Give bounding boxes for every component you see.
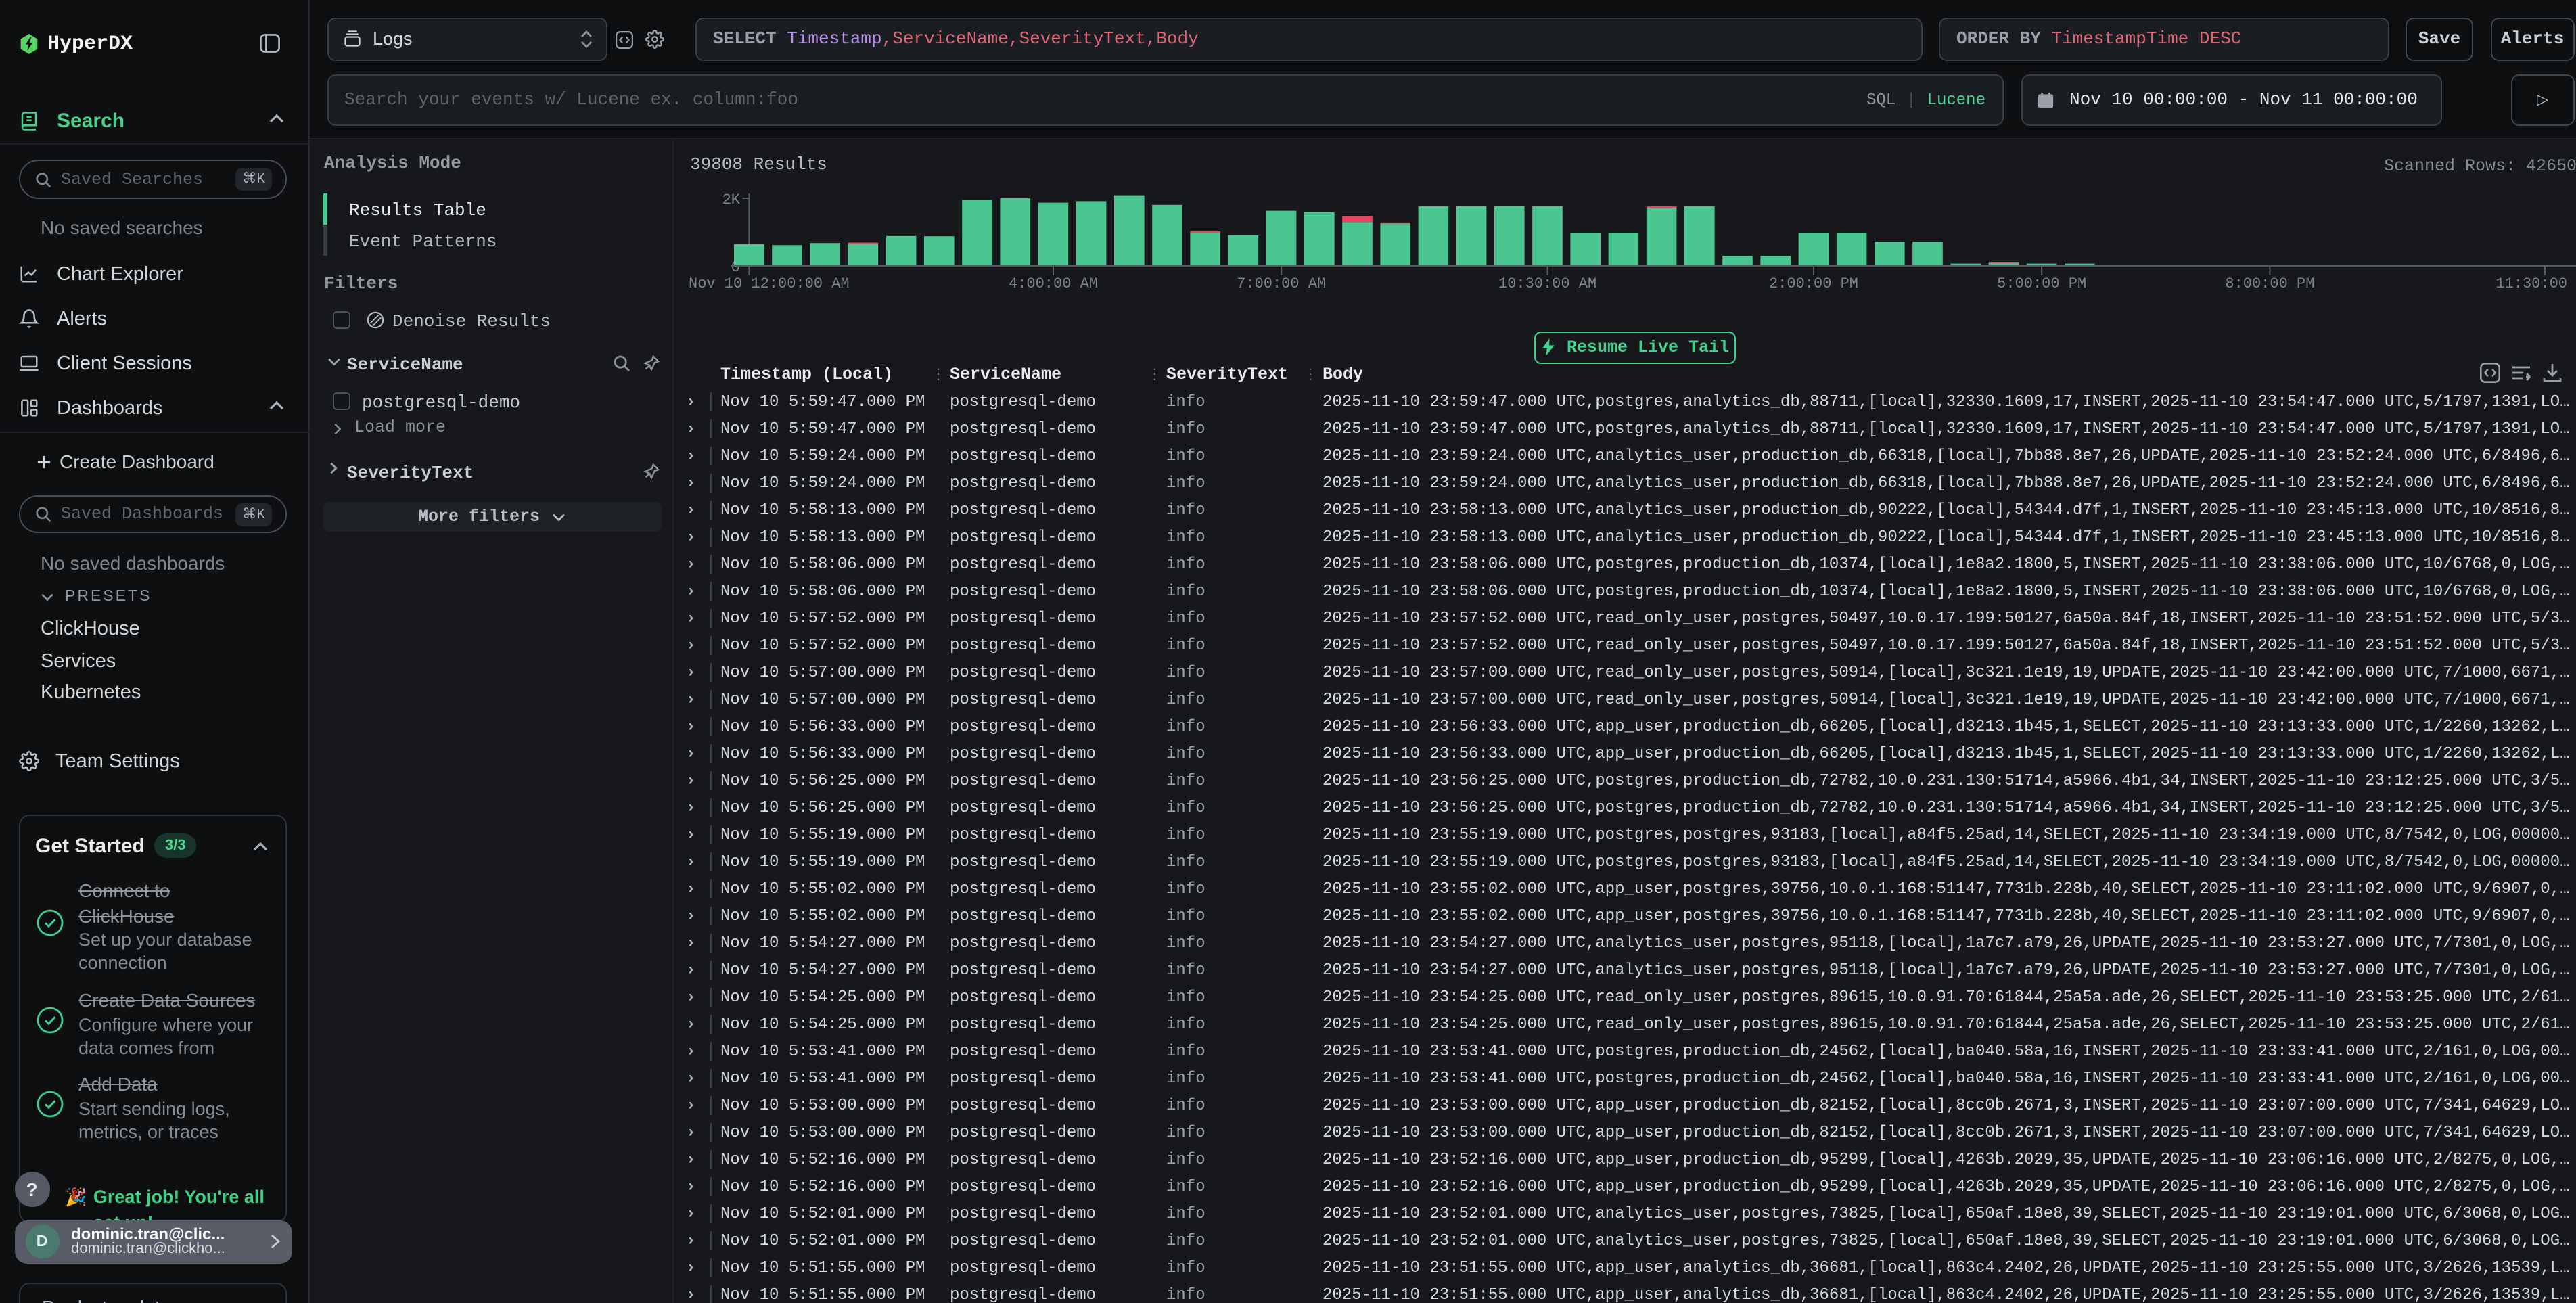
svg-text:7:00:00 AM: 7:00:00 AM — [1237, 275, 1326, 292]
svg-text:8:00:00 PM: 8:00:00 PM — [2225, 275, 2314, 292]
svg-text:5:00:00 PM: 5:00:00 PM — [1997, 275, 2086, 292]
svg-text:2:00:00 PM: 2:00:00 PM — [1769, 275, 1858, 292]
svg-text:Nov 10 12:00:00 AM: Nov 10 12:00:00 AM — [689, 275, 850, 292]
svg-text:11:30:00 PM: 11:30:00 PM — [2496, 275, 2576, 292]
svg-text:10:30:00 AM: 10:30:00 AM — [1498, 275, 1596, 292]
svg-text:2K: 2K — [722, 191, 741, 208]
svg-text:4:00:00 AM: 4:00:00 AM — [1009, 275, 1098, 292]
